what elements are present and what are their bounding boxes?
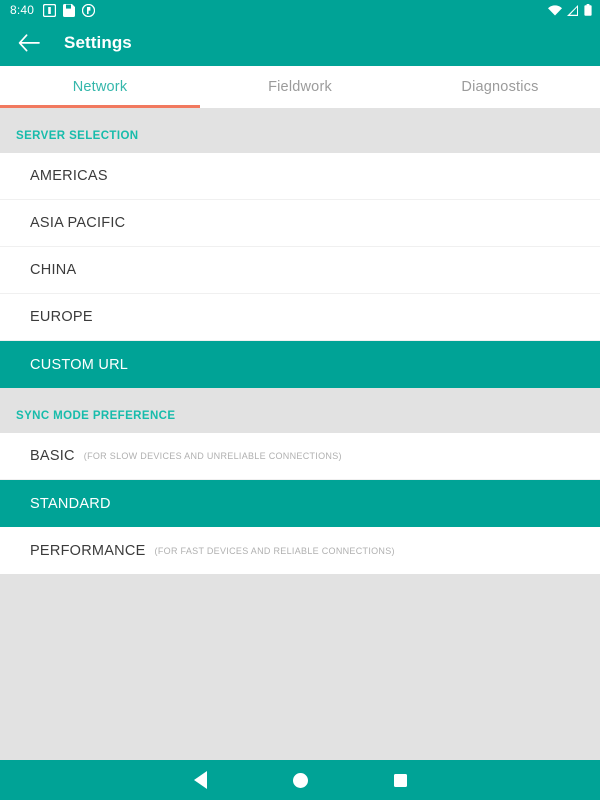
wifi-icon xyxy=(548,4,562,15)
list-item-label: STANDARD xyxy=(30,495,111,512)
list-item-label: BASIC xyxy=(30,448,75,464)
list-item-standard[interactable]: STANDARD xyxy=(0,480,600,527)
system-navigation-bar xyxy=(0,760,600,800)
status-bar: 8:40 xyxy=(0,0,600,20)
back-button[interactable] xyxy=(16,30,42,56)
list-item-performance[interactable]: PERFORMANCE (FOR FAST DEVICES AND RELIAB… xyxy=(0,527,600,574)
sync-mode-list: BASIC (FOR SLOW DEVICES AND UNRELIABLE C… xyxy=(0,433,600,574)
list-item-label: AMERICAS xyxy=(30,168,108,184)
arrow-back-icon xyxy=(18,34,40,52)
nav-recents-icon xyxy=(393,773,407,787)
list-item-basic[interactable]: BASIC (FOR SLOW DEVICES AND UNRELIABLE C… xyxy=(0,433,600,480)
tab-fieldwork[interactable]: Fieldwork xyxy=(200,66,400,108)
section-header-server-selection: SERVER SELECTION xyxy=(0,108,600,153)
tab-diagnostics[interactable]: Diagnostics xyxy=(400,66,600,108)
list-item-label: ASIA PACIFIC xyxy=(30,215,126,231)
list-item-europe[interactable]: EUROPE xyxy=(0,294,600,341)
list-item-label: PERFORMANCE xyxy=(30,542,146,559)
status-clock: 8:40 xyxy=(10,3,35,17)
list-item-asia-pacific[interactable]: ASIA PACIFIC xyxy=(0,200,600,247)
app-bar: Settings xyxy=(0,20,600,66)
notification-icon xyxy=(43,3,57,17)
save-icon xyxy=(63,3,76,17)
list-item-hint: (FOR SLOW DEVICES AND UNRELIABLE CONNECT… xyxy=(83,451,342,461)
status-system-icons xyxy=(548,4,592,16)
tab-network[interactable]: Network xyxy=(0,66,200,108)
list-item-americas[interactable]: AMERICAS xyxy=(0,153,600,200)
server-selection-list: AMERICAS ASIA PACIFIC CHINA EUROPE CUSTO… xyxy=(0,153,600,388)
nav-home-icon xyxy=(292,772,308,788)
list-item-hint: (FOR FAST DEVICES AND RELIABLE CONNECTIO… xyxy=(154,545,395,556)
cell-signal-icon xyxy=(567,4,578,16)
list-item-china[interactable]: CHINA xyxy=(0,247,600,294)
battery-icon xyxy=(584,4,592,16)
list-item-label: CHINA xyxy=(30,262,77,278)
nav-recents-button[interactable] xyxy=(350,760,450,800)
settings-screen: 8:40 Settings Network Fieldwork Diagnost… xyxy=(0,0,600,800)
settings-content: SERVER SELECTION AMERICAS ASIA PACIFIC C… xyxy=(0,108,600,760)
app-badge-icon xyxy=(82,3,96,17)
nav-back-button[interactable] xyxy=(150,760,250,800)
nav-home-button[interactable] xyxy=(250,760,350,800)
tab-bar: Network Fieldwork Diagnostics xyxy=(0,66,600,108)
nav-back-icon xyxy=(193,771,207,789)
page-title: Settings xyxy=(64,33,132,52)
list-item-custom-url[interactable]: CUSTOM URL xyxy=(0,341,600,388)
list-item-label: EUROPE xyxy=(30,309,93,325)
section-header-sync-mode-preference: SYNC MODE PREFERENCE xyxy=(0,388,600,433)
status-notification-icons xyxy=(43,3,548,17)
list-item-label: CUSTOM URL xyxy=(30,356,129,373)
